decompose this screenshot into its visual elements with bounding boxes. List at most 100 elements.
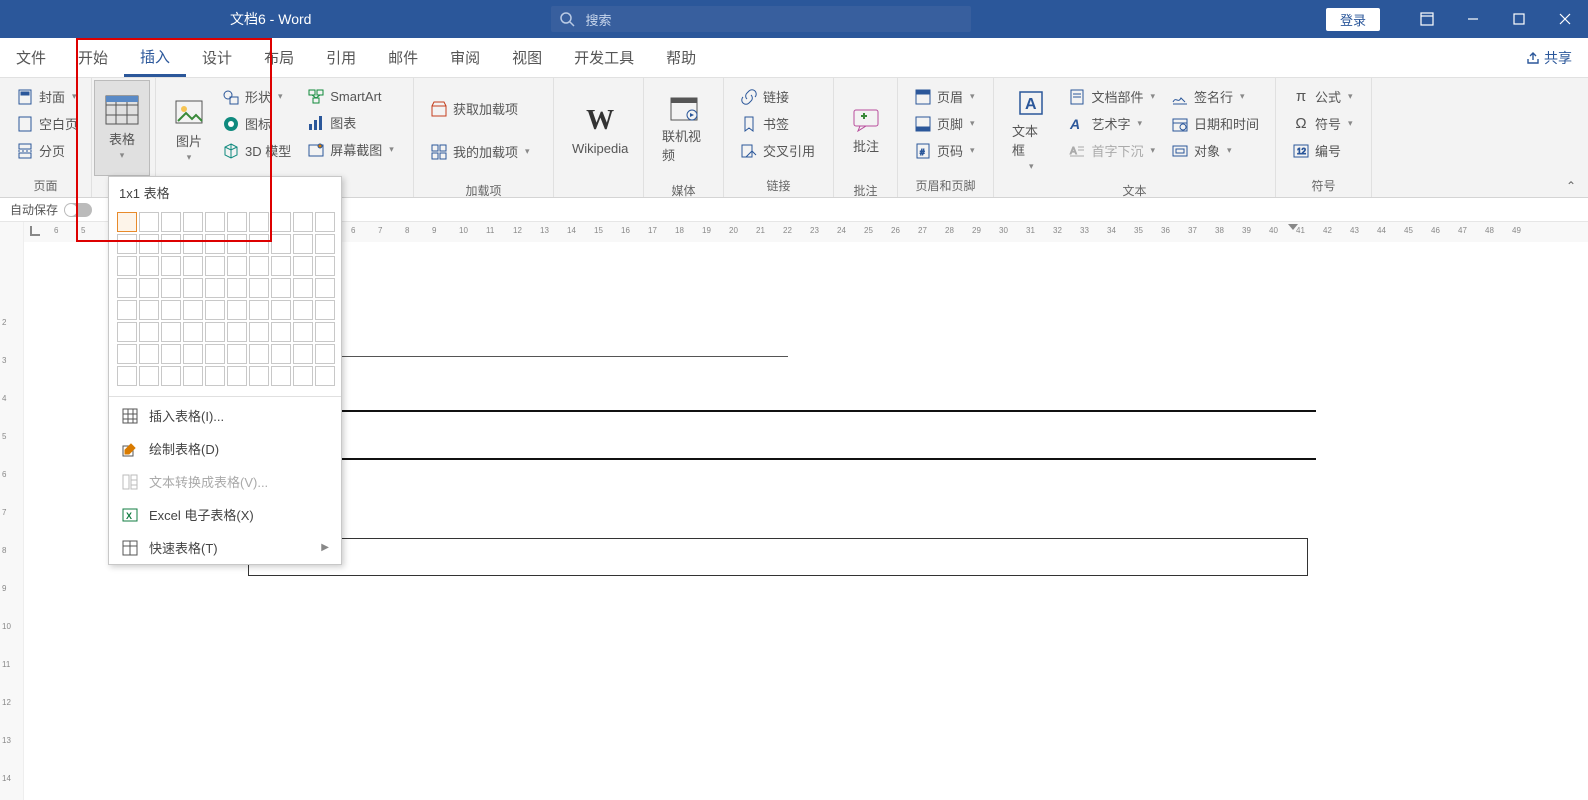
table-grid-cell[interactable] [205,256,225,276]
table-size-grid[interactable] [109,208,341,394]
maximize-button[interactable] [1496,0,1542,38]
crossref-button[interactable]: 交叉引用 [736,138,819,163]
symbol-button[interactable]: Ω符号▾ [1288,111,1357,136]
drop-cap-button[interactable]: A首字下沉▾ [1064,138,1159,163]
pictures-button[interactable]: 图片▾ [164,82,214,178]
table-grid-cell[interactable] [293,344,313,364]
table-grid-cell[interactable] [139,234,159,254]
table-grid-cell[interactable] [293,212,313,232]
table-grid-cell[interactable] [271,256,291,276]
table-grid-cell[interactable] [183,234,203,254]
table-grid-cell[interactable] [293,322,313,342]
icons-button[interactable]: 图标 [218,111,295,136]
table-button[interactable]: 表格 ▾ [94,80,150,176]
table-grid-cell[interactable] [205,278,225,298]
object-button[interactable]: 对象▾ [1167,138,1263,163]
smartart-button[interactable]: SmartArt [303,84,398,108]
table-grid-cell[interactable] [117,366,137,386]
table-grid-cell[interactable] [205,366,225,386]
table-grid-cell[interactable] [161,300,181,320]
chart-button[interactable]: 图表 [303,110,398,135]
table-grid-cell[interactable] [183,344,203,364]
table-grid-cell[interactable] [117,322,137,342]
table-grid-cell[interactable] [293,366,313,386]
table-grid-cell[interactable] [249,322,269,342]
datetime-button[interactable]: 日期和时间 [1167,111,1263,136]
table-grid-cell[interactable] [205,322,225,342]
table-grid-cell[interactable] [315,256,335,276]
table-grid-cell[interactable] [271,300,291,320]
table-grid-cell[interactable] [183,256,203,276]
tab-insert[interactable]: 插入 [124,38,186,77]
table-grid-cell[interactable] [161,366,181,386]
table-grid-cell[interactable] [161,278,181,298]
tab-file[interactable]: 文件 [0,38,62,77]
table-grid-cell[interactable] [161,212,181,232]
table-grid-cell[interactable] [205,344,225,364]
insert-table-menu[interactable]: 插入表格(I)... [109,399,341,432]
textbox-button[interactable]: A 文本框▾ [1002,82,1060,178]
online-video-button[interactable]: 联机视频 [652,82,715,178]
doc-table-cell[interactable] [248,538,1308,576]
table-grid-cell[interactable] [271,344,291,364]
blank-page-button[interactable]: 空白页 [12,111,82,136]
table-grid-cell[interactable] [227,212,247,232]
tab-help[interactable]: 帮助 [650,38,712,77]
tab-developer[interactable]: 开发工具 [558,38,650,77]
footer-button[interactable]: 页脚▾ [910,111,979,136]
comment-button[interactable]: 批注 [842,82,890,178]
table-grid-cell[interactable] [161,234,181,254]
table-grid-cell[interactable] [139,322,159,342]
3d-models-button[interactable]: 3D 模型 [218,138,295,163]
quick-tables-menu[interactable]: 快速表格(T)▶ [109,531,341,564]
table-grid-cell[interactable] [117,234,137,254]
table-grid-cell[interactable] [227,366,247,386]
table-grid-cell[interactable] [117,278,137,298]
table-grid-cell[interactable] [117,212,137,232]
table-grid-cell[interactable] [139,344,159,364]
table-grid-cell[interactable] [227,278,247,298]
table-grid-cell[interactable] [227,344,247,364]
table-grid-cell[interactable] [183,212,203,232]
autosave-toggle[interactable] [64,203,92,217]
table-grid-cell[interactable] [117,344,137,364]
table-grid-cell[interactable] [249,366,269,386]
table-grid-cell[interactable] [249,212,269,232]
tab-layout[interactable]: 布局 [248,38,310,77]
table-grid-cell[interactable] [205,212,225,232]
table-grid-cell[interactable] [293,278,313,298]
table-grid-cell[interactable] [139,212,159,232]
table-grid-cell[interactable] [139,278,159,298]
table-grid-cell[interactable] [315,322,335,342]
bookmark-button[interactable]: 书签 [736,111,819,136]
table-grid-cell[interactable] [139,300,159,320]
table-grid-cell[interactable] [249,278,269,298]
table-grid-cell[interactable] [139,256,159,276]
wikipedia-button[interactable]: W Wikipedia [562,82,638,178]
shapes-button[interactable]: 形状▾ [218,84,295,109]
excel-spreadsheet-menu[interactable]: XExcel 电子表格(X) [109,498,341,531]
table-grid-cell[interactable] [293,234,313,254]
share-button[interactable]: 共享 [1510,38,1588,77]
table-grid-cell[interactable] [271,366,291,386]
table-grid-cell[interactable] [205,300,225,320]
table-grid-cell[interactable] [315,344,335,364]
quick-parts-button[interactable]: 文档部件▾ [1064,84,1159,109]
table-grid-cell[interactable] [139,366,159,386]
table-grid-cell[interactable] [227,234,247,254]
table-grid-cell[interactable] [271,278,291,298]
table-grid-cell[interactable] [271,322,291,342]
table-grid-cell[interactable] [249,344,269,364]
wordart-button[interactable]: A艺术字▾ [1064,111,1159,136]
table-grid-cell[interactable] [249,256,269,276]
table-grid-cell[interactable] [271,234,291,254]
table-grid-cell[interactable] [315,278,335,298]
table-grid-cell[interactable] [227,322,247,342]
table-grid-cell[interactable] [117,256,137,276]
table-grid-cell[interactable] [227,300,247,320]
draw-table-menu[interactable]: 绘制表格(D) [109,432,341,465]
table-grid-cell[interactable] [183,300,203,320]
table-grid-cell[interactable] [183,366,203,386]
link-button[interactable]: 链接 [736,84,819,109]
table-grid-cell[interactable] [315,300,335,320]
